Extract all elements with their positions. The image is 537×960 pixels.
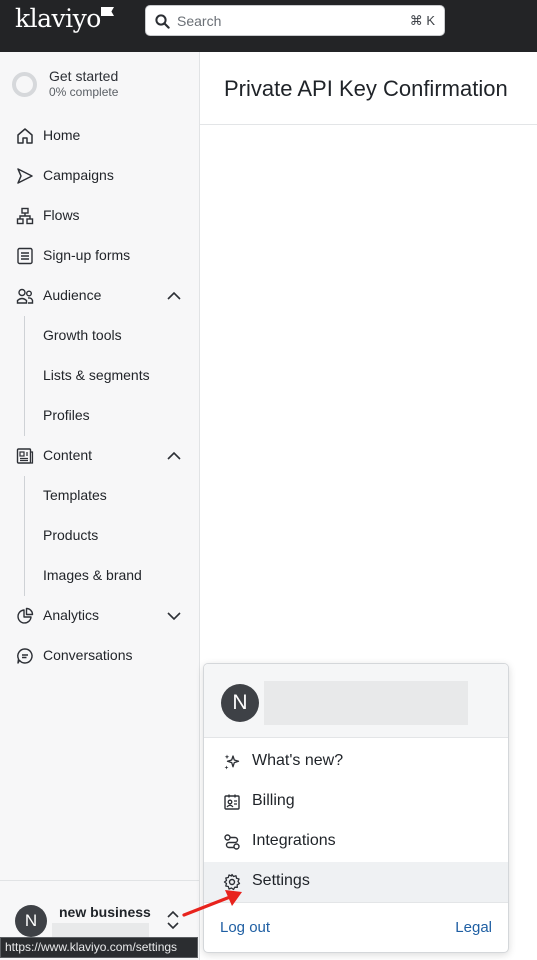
chevron-down-icon[interactable] (166, 609, 182, 623)
sidebar-item-label: Flows (43, 207, 80, 223)
sidebar-item-home[interactable]: Home (0, 118, 199, 154)
sidebar-item-label: Analytics (43, 607, 100, 623)
sidebar-item-label: Content (43, 447, 93, 463)
sidebar-item-growth-tools[interactable]: Growth tools (0, 318, 199, 354)
send-icon (17, 168, 33, 184)
sidebar-item-analytics[interactable]: Analytics (0, 598, 199, 634)
sidebar-subitem-label: Images & brand (43, 567, 142, 583)
account-name: new business (59, 904, 151, 920)
sidebar-item-flows[interactable]: Flows (0, 198, 199, 234)
sidebar-item-profiles[interactable]: Profiles (0, 398, 199, 434)
search-input[interactable]: Search ⌘ K (145, 5, 445, 36)
sidebar-item-label: Conversations (43, 647, 133, 663)
account-menu: N What's new? Billing Integrations Setti… (203, 663, 509, 953)
annotation-arrow-icon (182, 890, 242, 917)
redacted-block (264, 681, 468, 725)
sidebar-item-campaigns[interactable]: Campaigns (0, 158, 199, 194)
sidebar-item-signup-forms[interactable]: Sign-up forms (0, 238, 199, 274)
header-divider (200, 124, 537, 125)
top-bar: klaviyo Search ⌘ K (0, 0, 537, 52)
logo-flag-icon (101, 7, 114, 16)
chart-icon (17, 607, 34, 624)
progress-ring-icon (12, 72, 37, 97)
account-menu-header: N (204, 664, 508, 738)
home-icon (17, 128, 33, 144)
chevron-up-icon[interactable] (166, 449, 182, 463)
get-started-progress: 0% complete (49, 85, 119, 99)
sidebar-subitem-label: Growth tools (43, 327, 122, 343)
integrations-icon (224, 834, 240, 850)
sidebar-item-label: Campaigns (43, 167, 114, 183)
search-shortcut: ⌘ K (409, 13, 435, 28)
menu-item-label: Settings (252, 872, 310, 889)
flow-icon (16, 207, 34, 225)
sidebar-subitem-label: Profiles (43, 407, 90, 423)
sidebar: Get started 0% complete Home Campaigns F… (0, 52, 200, 960)
sidebar-subitem-label: Lists & segments (43, 367, 150, 383)
sidebar-subitem-label: Templates (43, 487, 107, 503)
avatar: N (15, 905, 47, 937)
search-icon (155, 14, 170, 29)
sparkle-icon (224, 754, 240, 770)
menu-item-billing[interactable]: Billing (204, 782, 508, 822)
content-icon (16, 448, 34, 464)
menu-item-label: Billing (252, 792, 295, 809)
menu-item-settings[interactable]: Settings (204, 862, 508, 902)
menu-item-label: Integrations (252, 832, 336, 849)
sidebar-item-audience[interactable]: Audience (0, 278, 199, 314)
sidebar-item-templates[interactable]: Templates (0, 478, 199, 514)
chevron-up-icon[interactable] (166, 289, 182, 303)
account-menu-footer: Log out Legal (204, 902, 508, 952)
sidebar-item-images-brand[interactable]: Images & brand (0, 558, 199, 594)
billing-icon (224, 794, 240, 810)
sidebar-item-label: Sign-up forms (43, 247, 131, 263)
legal-link[interactable]: Legal (455, 919, 492, 936)
people-icon (16, 288, 34, 304)
url-status-bar: https://www.klaviyo.com/settings (0, 937, 198, 958)
get-started-title: Get started (49, 68, 119, 84)
sidebar-item-products[interactable]: Products (0, 518, 199, 554)
form-icon (17, 247, 33, 265)
menu-item-integrations[interactable]: Integrations (204, 822, 508, 862)
sidebar-item-label: Audience (43, 287, 102, 303)
avatar: N (221, 684, 259, 722)
page-title: Private API Key Confirmation (224, 76, 508, 101)
klaviyo-logo[interactable]: klaviyo (15, 4, 101, 33)
sidebar-item-lists-segments[interactable]: Lists & segments (0, 358, 199, 394)
sidebar-subitem-label: Products (43, 527, 99, 543)
logout-link[interactable]: Log out (220, 919, 270, 936)
search-placeholder: Search (177, 13, 222, 29)
sidebar-item-conversations[interactable]: Conversations (0, 638, 199, 674)
chat-icon (17, 648, 33, 664)
menu-item-label: What's new? (252, 752, 344, 769)
sidebar-item-label: Home (43, 127, 81, 143)
sidebar-item-content[interactable]: Content (0, 438, 199, 474)
menu-item-whats-new[interactable]: What's new? (204, 742, 508, 782)
